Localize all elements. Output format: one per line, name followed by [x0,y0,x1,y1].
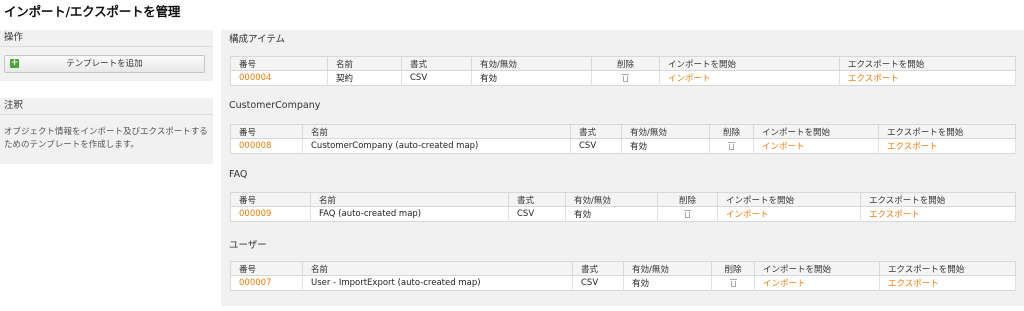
add-template-label: テンプレートを追加 [66,59,143,69]
trash-icon[interactable] [684,209,691,218]
col-export: エクスポートを開始 [878,124,1016,139]
table-header-row: 番号 名前 書式 有効/無効 削除 インポートを開始 エクスポートを開始 [230,124,1016,139]
actions-panel: 操作 + テンプレートを追加 [0,30,213,81]
export-link[interactable]: エクスポート [869,210,920,220]
table-row: 000007 User - ImportExport (auto-created… [230,275,1016,291]
add-template-button[interactable]: + テンプレートを追加 [4,55,205,73]
table-row: 000008 CustomerCompany (auto-created map… [230,138,1016,154]
row-format: CSV [572,275,624,291]
notes-panel: 注釈 オブジェクト情報をインポート及びエクスポートするためのテンプレートを作成し… [0,98,213,164]
section-title-customer-company: CustomerCompany [229,100,321,111]
config-item-table: 番号 名前 書式 有効/無効 削除 インポートを開始 エクスポートを開始 000… [230,56,1016,86]
row-validity: 有効 [621,138,710,154]
notes-title: 注釈 [0,98,213,115]
col-import: インポートを開始 [717,192,861,207]
import-link[interactable]: インポート [668,74,711,84]
col-import: インポートを開始 [754,261,880,276]
import-link[interactable]: インポート [726,210,769,220]
col-name[interactable]: 名前 [302,124,571,139]
export-link[interactable]: エクスポート [887,142,938,152]
customer-company-table: 番号 名前 書式 有効/無効 削除 インポートを開始 エクスポートを開始 000… [230,124,1016,154]
actions-title: 操作 [0,30,213,47]
row-validity: 有効 [623,275,712,291]
table-header-row: 番号 名前 書式 有効/無効 削除 インポートを開始 エクスポートを開始 [230,56,1016,71]
row-format: CSV [401,70,472,86]
col-format[interactable]: 書式 [401,56,472,71]
row-number-link[interactable]: 000009 [239,209,271,219]
table-row: 000009 FAQ (auto-created map) CSV 有効 インポ… [230,206,1016,222]
col-delete: 削除 [711,261,755,276]
section-title-faq: FAQ [229,169,248,180]
col-import: インポートを開始 [753,124,879,139]
col-name[interactable]: 名前 [302,261,573,276]
user-table: 番号 名前 書式 有効/無効 削除 インポートを開始 エクスポートを開始 000… [230,261,1016,291]
col-export: エクスポートを開始 [879,261,1016,276]
table-header-row: 番号 名前 書式 有効/無効 削除 インポートを開始 エクスポートを開始 [230,261,1016,276]
row-format: CSV [508,206,566,222]
col-name[interactable]: 名前 [327,56,402,71]
col-delete: 削除 [657,192,718,207]
col-export: エクスポートを開始 [839,56,1016,71]
table-row: 000004 契約 CSV 有効 インポート エクスポート [230,70,1016,86]
row-name: CustomerCompany (auto-created map) [302,138,571,154]
col-export: エクスポートを開始 [860,192,1016,207]
main-panel: 構成アイテム 番号 名前 書式 有効/無効 削除 インポートを開始 エクスポート… [221,30,1024,306]
plus-icon: + [10,58,19,68]
import-link[interactable]: インポート [762,142,805,152]
row-format: CSV [570,138,622,154]
row-number-link[interactable]: 000004 [239,73,271,83]
col-validity[interactable]: 有効/無効 [623,261,712,276]
trash-icon[interactable] [729,278,737,287]
col-number[interactable]: 番号 [230,192,311,207]
trash-icon[interactable] [728,141,735,150]
row-validity: 有効 [565,206,658,222]
import-link[interactable]: インポート [763,279,806,289]
row-number-link[interactable]: 000008 [239,141,271,151]
col-validity[interactable]: 有効/無効 [621,124,710,139]
col-validity[interactable]: 有効/無効 [471,56,592,71]
col-number[interactable]: 番号 [230,56,328,71]
faq-table: 番号 名前 書式 有効/無効 削除 インポートを開始 エクスポートを開始 000… [230,192,1016,222]
row-name: User - ImportExport (auto-created map) [302,275,573,291]
notes-text: オブジェクト情報をインポート及びエクスポートするためのテンプレートを作成します。 [4,127,208,150]
col-name[interactable]: 名前 [310,192,509,207]
col-import: インポートを開始 [659,56,840,71]
col-delete: 削除 [591,56,660,71]
col-delete: 削除 [709,124,754,139]
col-format[interactable]: 書式 [572,261,624,276]
export-link[interactable]: エクスポート [888,279,939,289]
trash-icon[interactable] [622,73,629,82]
col-format[interactable]: 書式 [570,124,622,139]
section-title-user: ユーザー [229,240,267,251]
row-number-link[interactable]: 000007 [239,278,271,288]
col-validity[interactable]: 有効/無効 [565,192,658,207]
row-name: 契約 [327,70,402,86]
table-header-row: 番号 名前 書式 有効/無効 削除 インポートを開始 エクスポートを開始 [230,192,1016,207]
export-link[interactable]: エクスポート [848,74,899,84]
col-number[interactable]: 番号 [230,261,303,276]
section-title-config-item: 構成アイテム [229,34,286,45]
page-title: インポート/エクスポートを管理 [4,4,181,19]
col-number[interactable]: 番号 [230,124,303,139]
col-format[interactable]: 書式 [508,192,566,207]
row-validity: 有効 [471,70,592,86]
row-name: FAQ (auto-created map) [310,206,509,222]
